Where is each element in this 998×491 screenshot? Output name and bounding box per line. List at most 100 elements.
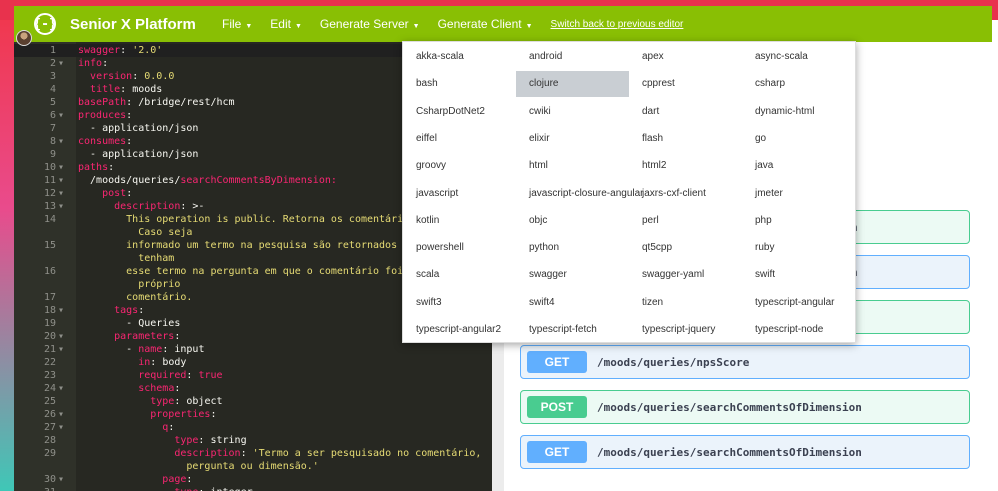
- fold-arrow-icon[interactable]: ▾: [58, 187, 68, 200]
- code-text: This operation is public. Retorna os com…: [78, 214, 428, 225]
- code-text: - Queries: [78, 318, 181, 329]
- generator-option[interactable]: swagger-yaml: [629, 262, 742, 288]
- fold-arrow-icon[interactable]: ▾: [58, 135, 68, 148]
- fold-arrow-icon[interactable]: ▾: [58, 109, 68, 122]
- fold-arrow-icon[interactable]: ▾: [58, 304, 68, 317]
- code-text: Caso seja: [78, 227, 193, 238]
- code-text: /moods/queries/searchCommentsByDimension…: [78, 175, 337, 186]
- line-number: 6: [49, 110, 56, 121]
- operation-row[interactable]: GET/moods/queries/searchCommentsOfDimens…: [520, 435, 970, 469]
- editor-line[interactable]: 22 in: body: [14, 356, 492, 369]
- generator-option[interactable]: flash: [629, 126, 742, 152]
- generator-option[interactable]: ruby: [742, 235, 855, 261]
- code-text: consumes:: [78, 136, 133, 147]
- generator-option[interactable]: python: [516, 235, 629, 261]
- code-text: - name: input: [78, 344, 205, 355]
- fold-arrow-icon[interactable]: ▾: [58, 57, 68, 70]
- generator-option[interactable]: java: [742, 153, 855, 179]
- fold-arrow-icon[interactable]: ▾: [58, 330, 68, 343]
- generator-option[interactable]: bash: [403, 71, 516, 97]
- code-text: schema:: [138, 383, 181, 394]
- generator-option[interactable]: apex: [629, 44, 742, 70]
- fold-arrow-icon[interactable]: ▾: [58, 408, 68, 421]
- editor-line[interactable]: 29 description: 'Termo a ser pesquisado …: [14, 447, 492, 460]
- generator-option[interactable]: powershell: [403, 235, 516, 261]
- editor-line[interactable]: 31 type: integer: [14, 486, 492, 491]
- editor-line[interactable]: 26 ▾ properties:: [14, 408, 492, 421]
- generator-option[interactable]: scala: [403, 262, 516, 288]
- editor-line[interactable]: 30 ▾ page:: [14, 473, 492, 486]
- code-text: - application/json: [78, 149, 199, 160]
- generator-option[interactable]: eiffel: [403, 126, 516, 152]
- generator-option[interactable]: kotlin: [403, 208, 516, 234]
- generator-option[interactable]: csharp: [742, 71, 855, 97]
- generator-option[interactable]: CsharpDotNet2: [403, 99, 516, 125]
- editor-line[interactable]: pergunta ou dimensão.': [14, 460, 492, 473]
- editor-line[interactable]: 27 ▾ q:: [14, 421, 492, 434]
- menu-edit[interactable]: Edit ▼: [270, 17, 302, 31]
- generator-option[interactable]: typescript-node: [742, 317, 855, 343]
- editor-line[interactable]: 28 type: string: [14, 434, 492, 447]
- generator-option[interactable]: typescript-fetch: [516, 317, 629, 343]
- editor-line[interactable]: 21 ▾ - name: input: [14, 343, 492, 356]
- fold-arrow-icon[interactable]: ▾: [58, 382, 68, 395]
- fold-arrow-icon[interactable]: ▾: [58, 200, 68, 213]
- generator-option[interactable]: clojure: [516, 71, 629, 98]
- generator-option[interactable]: akka-scala: [403, 44, 516, 70]
- code-text: swagger: '2.0': [78, 45, 163, 56]
- fold-arrow-icon[interactable]: ▾: [58, 161, 68, 174]
- menu-generate-client[interactable]: Generate Client ▼: [438, 17, 533, 31]
- line-number: 26: [43, 409, 56, 420]
- generator-option[interactable]: android: [516, 44, 629, 70]
- generator-option[interactable]: html2: [629, 153, 742, 179]
- generator-option[interactable]: javascript-closure-angular: [516, 181, 644, 207]
- generator-option[interactable]: swift: [742, 262, 855, 288]
- generator-option[interactable]: groovy: [403, 153, 516, 179]
- caret-down-icon: ▼: [412, 23, 420, 30]
- switch-editor-link[interactable]: Switch back to previous editor: [551, 19, 684, 30]
- generator-option[interactable]: jaxrs-cxf-client: [629, 181, 742, 207]
- generator-option[interactable]: objc: [516, 208, 629, 234]
- generator-option[interactable]: cpprest: [629, 71, 742, 97]
- code-text: in: body: [138, 357, 187, 368]
- logo[interactable]: {-} Senior X Platform: [33, 13, 214, 35]
- user-avatar[interactable]: [16, 30, 32, 46]
- generator-option[interactable]: swift4: [516, 290, 629, 316]
- editor-line[interactable]: 23 required: true: [14, 369, 492, 382]
- generator-option[interactable]: javascript: [403, 181, 516, 207]
- generator-option[interactable]: html: [516, 153, 629, 179]
- fold-arrow-icon[interactable]: ▾: [58, 473, 68, 486]
- fold-arrow-icon[interactable]: ▾: [58, 343, 68, 356]
- generator-option[interactable]: elixir: [516, 126, 629, 152]
- editor-line[interactable]: 25 type: object: [14, 395, 492, 408]
- operation-row[interactable]: GET/moods/queries/npsScore: [520, 345, 970, 379]
- generator-option[interactable]: typescript-angular: [742, 290, 855, 316]
- menu-generate-server[interactable]: Generate Server ▼: [320, 17, 420, 31]
- generator-option[interactable]: qt5cpp: [629, 235, 742, 261]
- generator-option[interactable]: async-scala: [742, 44, 855, 70]
- line-number: 29: [43, 448, 56, 459]
- generator-option[interactable]: typescript-jquery: [629, 317, 742, 343]
- code-text: basePath: /bridge/rest/hcm: [78, 97, 235, 108]
- generator-option[interactable]: go: [742, 126, 855, 152]
- generator-option[interactable]: dynamic-html: [742, 99, 855, 125]
- generator-option[interactable]: php: [742, 208, 855, 234]
- menu-file[interactable]: File ▼: [222, 17, 252, 31]
- main-menu: File ▼ Edit ▼ Generate Server ▼ Generate Cl…: [222, 17, 683, 31]
- line-number: 27: [43, 422, 56, 433]
- generator-option[interactable]: typescript-angular2: [403, 317, 516, 343]
- generator-option[interactable]: dart: [629, 99, 742, 125]
- line-number: 2: [49, 58, 56, 69]
- line-number: 30: [43, 474, 56, 485]
- operation-row[interactable]: POST/moods/queries/searchCommentsOfDimen…: [520, 390, 970, 424]
- generator-option[interactable]: cwiki: [516, 99, 629, 125]
- generator-option[interactable]: swift3: [403, 290, 516, 316]
- generator-option[interactable]: swagger: [516, 262, 629, 288]
- fold-arrow-icon[interactable]: ▾: [58, 174, 68, 187]
- line-number: 18: [43, 305, 56, 316]
- fold-arrow-icon[interactable]: ▾: [58, 421, 68, 434]
- generator-option[interactable]: tizen: [629, 290, 742, 316]
- generator-option[interactable]: perl: [629, 208, 742, 234]
- editor-line[interactable]: 24 ▾ schema:: [14, 382, 492, 395]
- generator-option[interactable]: jmeter: [742, 181, 855, 207]
